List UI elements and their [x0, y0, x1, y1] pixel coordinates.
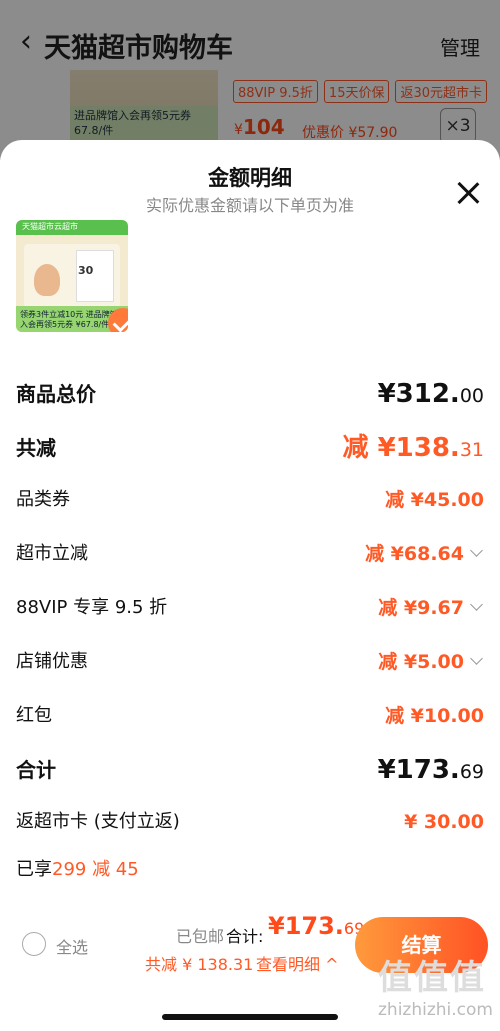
row-label: 88VIP 专享 9.5 折: [16, 597, 168, 618]
row-value: 减 ¥9.67: [378, 597, 464, 619]
view-detail-link[interactable]: 查看明细 ^: [256, 951, 339, 975]
row-total-reduce: 共减 减 ¥138.31: [16, 428, 484, 468]
chevron-down-icon[interactable]: [470, 598, 483, 611]
row-value: 减 ¥68.64: [365, 543, 464, 565]
row-market-reduce[interactable]: 超市立减 减 ¥68.64: [16, 534, 484, 574]
total-value: ¥173.69: [268, 912, 365, 940]
row-red-packet: 红包 减 ¥10.00: [16, 696, 484, 736]
row-label: 店铺优惠: [16, 651, 88, 672]
chevron-down-icon[interactable]: [470, 652, 483, 665]
row-shop-discount[interactable]: 店铺优惠 减 ¥5.00: [16, 642, 484, 682]
row-label: 超市立减: [16, 543, 88, 564]
row-value: 减 ¥45.00: [385, 489, 484, 511]
row-label: 共减: [16, 436, 56, 460]
sheet-subtitle: 实际优惠金额请以下单页为准: [145, 196, 354, 215]
modal-overlay[interactable]: [0, 0, 500, 160]
free-shipping-label: 已包邮: [176, 927, 225, 946]
row-value: ¥312.00: [377, 379, 484, 409]
total-label: 合计:: [226, 927, 264, 946]
row-value: 减 ¥5.00: [378, 651, 464, 673]
row-value: ¥ 30.00: [404, 811, 484, 833]
row-value: 减 ¥138.31: [342, 433, 484, 463]
watermark: 值值值 zhizhizhi.com: [378, 950, 493, 1020]
select-all-label[interactable]: 全选: [56, 934, 88, 958]
close-icon[interactable]: [455, 180, 481, 206]
row-vip-discount[interactable]: 88VIP 专享 9.5 折 减 ¥9.67: [16, 588, 484, 628]
sheet-title: 金额明细: [208, 166, 292, 190]
row-subtotal: 合计 ¥173.69: [16, 750, 484, 790]
row-value: 减 ¥10.00: [385, 705, 484, 727]
chevron-down-icon[interactable]: [470, 544, 483, 557]
product-image: 天猫超市云超市 30 领券3件立减10元 进品牌馆入会再领5元券 ¥67.8/件: [16, 220, 128, 332]
watermark-url: zhizhizhi.com: [378, 1000, 493, 1020]
row-label: 返超市卡 (支付立返): [16, 811, 180, 832]
home-indicator[interactable]: [162, 1014, 338, 1020]
enjoyed-promotion: 已享299 减 45: [16, 859, 139, 880]
row-label: 品类券: [16, 489, 70, 510]
select-all-radio[interactable]: [22, 932, 46, 956]
amount-detail-sheet: 金额明细 实际优惠金额请以下单页为准 天猫超市云超市 30 领券3件立减10元 …: [0, 140, 500, 1031]
row-value: ¥173.69: [377, 755, 484, 785]
total-reduce-text: 共减 ¥ 138.31: [145, 955, 254, 974]
row-category-coupon: 品类券 减 ¥45.00: [16, 480, 484, 520]
row-label: 红包: [16, 705, 52, 726]
watermark-logo: 值值值: [378, 958, 486, 998]
row-label: 合计: [16, 758, 56, 782]
row-label: 商品总价: [16, 382, 96, 406]
row-total-price: 商品总价 ¥312.00: [16, 374, 484, 414]
row-return-card: 返超市卡 (支付立返) ¥ 30.00: [16, 802, 484, 842]
